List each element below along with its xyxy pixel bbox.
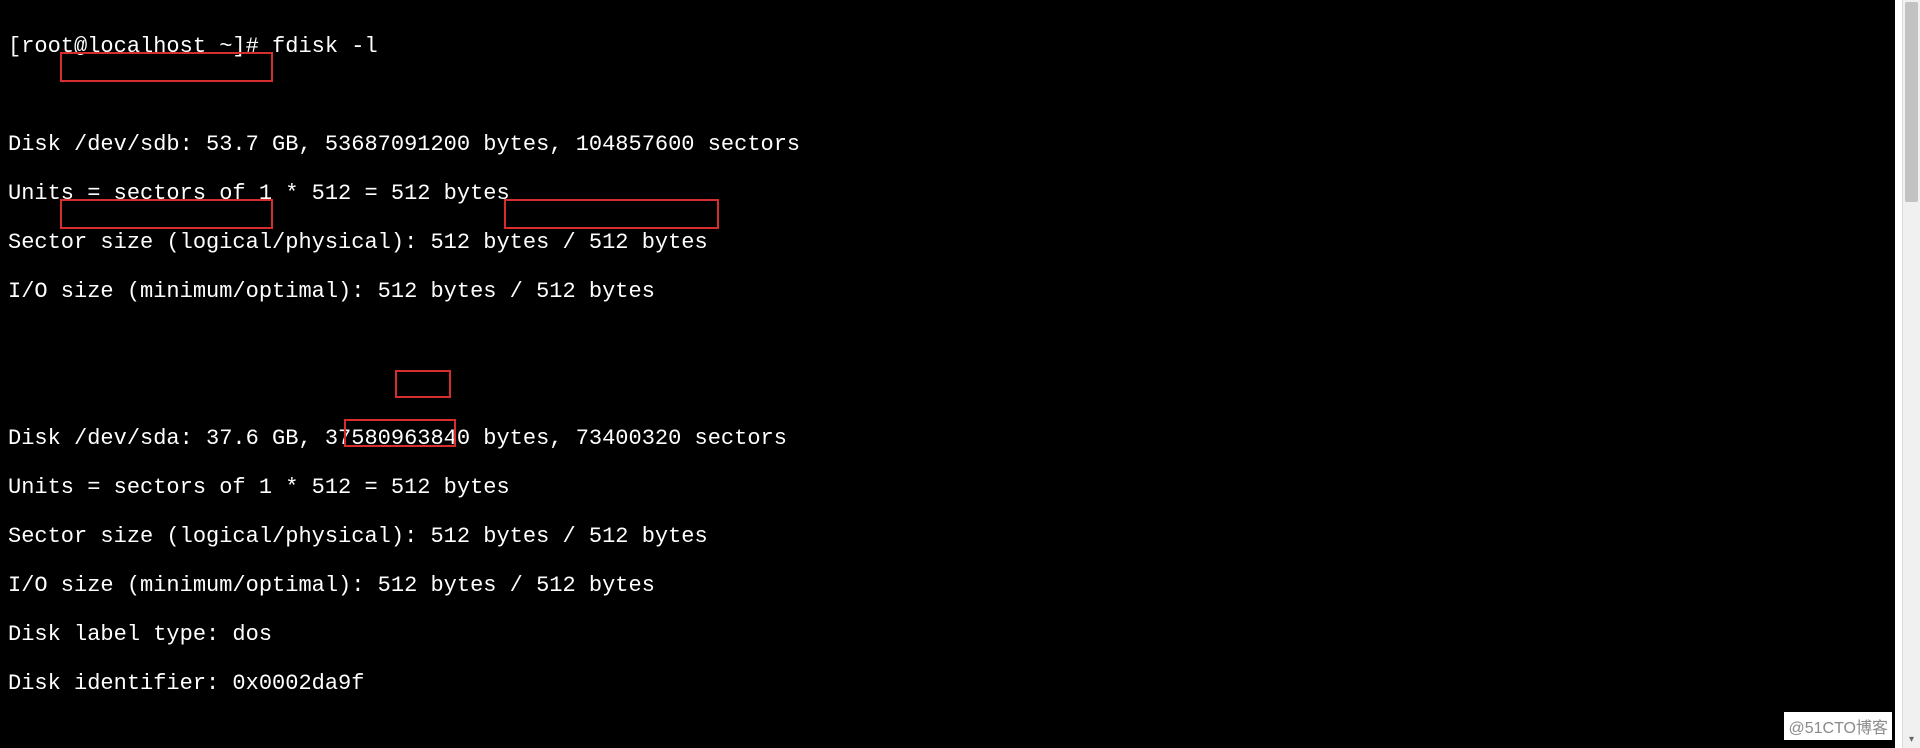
sdb-io: I/O size (minimum/optimal): 512 bytes / … — [8, 280, 1887, 305]
sdb-sector: Sector size (logical/physical): 512 byte… — [8, 231, 1887, 256]
sdb-units: Units = sectors of 1 * 512 = 512 bytes — [8, 182, 1887, 207]
sdb-header: Disk /dev/sdb: 53.7 GB, 53687091200 byte… — [8, 133, 1887, 158]
watermark: @51CTO博客 — [1784, 712, 1892, 740]
blank-line — [8, 721, 1887, 746]
prompt-line: [root@localhost ~]# fdisk -l — [8, 35, 1887, 60]
terminal-window: [root@localhost ~]# fdisk -l Disk /dev/s… — [0, 0, 1920, 748]
sda-units: Units = sectors of 1 * 512 = 512 bytes — [8, 476, 1887, 501]
blank-line — [8, 378, 1887, 403]
blank-line — [8, 329, 1887, 354]
terminal-output[interactable]: [root@localhost ~]# fdisk -l Disk /dev/s… — [0, 0, 1895, 748]
scroll-down-arrow[interactable]: ▾ — [1903, 731, 1920, 748]
scrollbar-thumb[interactable] — [1905, 2, 1918, 202]
blank-line — [8, 84, 1887, 109]
sda-sector: Sector size (logical/physical): 512 byte… — [8, 525, 1887, 550]
sda-header: Disk /dev/sda: 37.6 GB, 37580963840 byte… — [8, 427, 1887, 452]
sda-io: I/O size (minimum/optimal): 512 bytes / … — [8, 574, 1887, 599]
sda-label: Disk label type: dos — [8, 623, 1887, 648]
scrollbar-track[interactable]: ▴ ▾ — [1902, 0, 1920, 748]
sda-ident: Disk identifier: 0x0002da9f — [8, 672, 1887, 697]
